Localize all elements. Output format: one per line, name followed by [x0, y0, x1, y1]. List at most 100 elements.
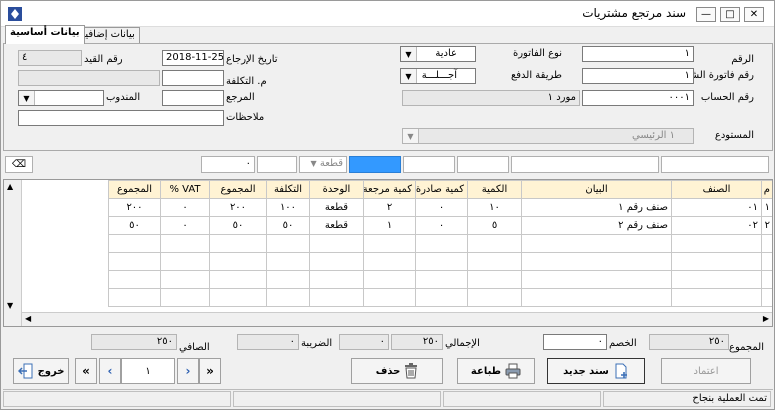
warehouse-select[interactable]: ▼ ١ الرئيسي — [402, 128, 694, 144]
approve-button[interactable]: اعتماد — [661, 358, 751, 384]
printer-icon — [505, 363, 521, 379]
tax-label: الضريبة — [301, 338, 333, 349]
cell-cost[interactable]: ٥٠ — [266, 216, 310, 235]
cell-issued-qty[interactable]: ٠ — [415, 216, 468, 235]
exit-button[interactable]: خروج — [13, 358, 69, 384]
close-button[interactable]: ✕ — [744, 7, 764, 22]
last-page-button[interactable]: « — [75, 358, 97, 384]
minimize-icon: — — [701, 8, 711, 20]
filter-issued-qty-field[interactable] — [403, 156, 455, 173]
cell-returned-qty[interactable]: ٢ — [363, 198, 416, 217]
prev-page-button[interactable]: ‹ — [99, 358, 121, 384]
cell-quantity[interactable]: ٥ — [467, 216, 522, 235]
cell-cost[interactable]: ١٠٠ — [266, 198, 310, 217]
reference-field[interactable] — [162, 90, 224, 106]
next-page-button[interactable]: › — [177, 358, 199, 384]
first-page-button[interactable]: » — [199, 358, 221, 384]
cost-center-label: م. التكلفة — [226, 76, 267, 87]
filter-unit-select[interactable]: قطعة ▼ — [299, 156, 347, 173]
col-header-total[interactable]: المجموع — [108, 180, 161, 199]
tab-additional-data[interactable]: بيانات إضافية — [75, 27, 140, 43]
account-field[interactable]: ٠٠٠١ — [582, 90, 694, 106]
return-date-label: تاريخ الإرجاع — [226, 54, 278, 65]
col-header-returned-qty[interactable]: كمية مرجعة — [363, 180, 416, 199]
discount-field[interactable]: ٠ — [543, 334, 607, 350]
cell-unit[interactable]: قطعة — [309, 198, 364, 217]
cell-item[interactable]: ٠١ — [671, 198, 762, 217]
filter-item-field[interactable] — [661, 156, 769, 173]
cost-center-field[interactable] — [162, 70, 224, 86]
horizontal-scrollbar[interactable]: ◀ ▶ — [22, 312, 772, 326]
payment-method-select[interactable]: ▼ آجـــلـــة — [400, 68, 476, 84]
col-header-description[interactable]: البيان — [521, 180, 672, 199]
table-row-empty[interactable] — [108, 252, 772, 271]
cell-vat[interactable]: ٠ — [160, 198, 210, 217]
chevron-down-icon: ▼ — [401, 69, 417, 83]
invoice-type-select[interactable]: ▼ عادية — [400, 46, 476, 62]
number-field[interactable]: ١ — [582, 46, 694, 62]
entry-number-field: ٤ — [18, 50, 82, 66]
grid-header-row: م الصنف البيان الكمية كمية صادرة كمية مر… — [108, 180, 772, 199]
status-message: تمت العملية بنجاح — [603, 391, 771, 407]
print-button[interactable]: طباعة — [457, 358, 535, 384]
reference-label: المرجع — [226, 92, 255, 103]
cell-returned-qty[interactable]: ١ — [363, 216, 416, 235]
double-chevron-left-icon: « — [82, 364, 90, 378]
col-header-index[interactable]: م — [761, 180, 772, 199]
new-voucher-button[interactable]: سند جديد — [547, 358, 645, 384]
page-number-field[interactable]: ١ — [121, 358, 175, 384]
filter-quantity-field[interactable] — [457, 156, 509, 173]
cell-vat[interactable]: ٠ — [160, 216, 210, 235]
minimize-button[interactable]: — — [696, 7, 716, 22]
status-cell — [443, 391, 601, 407]
tab-basic-data[interactable]: بيانات أساسية — [5, 25, 85, 44]
status-cell — [3, 391, 231, 407]
chevron-down-icon: ▼ — [403, 129, 419, 143]
cell-quantity[interactable]: ١٠ — [467, 198, 522, 217]
eraser-icon: ⌫ — [11, 159, 27, 170]
filter-qty-field[interactable]: ٠ — [201, 156, 255, 173]
col-header-subtotal[interactable]: المجموع — [209, 180, 267, 199]
cell-issued-qty[interactable]: ٠ — [415, 198, 468, 217]
purchase-invoice-field[interactable]: ١ — [582, 68, 694, 84]
status-bar: تمت العملية بنجاح — [3, 389, 773, 407]
header-panel: الرقم ١ رقم فاتورة الشراء ١ رقم الحساب ٠… — [3, 43, 773, 151]
col-header-unit[interactable]: الوحدة — [309, 180, 364, 199]
return-date-field[interactable]: 2018-11-25 — [162, 50, 224, 66]
cell-description[interactable]: صنف رقم ١ — [521, 198, 672, 217]
notes-field[interactable] — [18, 110, 224, 126]
filter-description-field[interactable] — [511, 156, 659, 173]
table-row[interactable]: ١ ٠١ صنف رقم ١ ١٠ ٠ ٢ قطعة ١٠٠ ٢٠٠ ٠ ٢٠٠ — [108, 198, 772, 217]
table-row-empty[interactable] — [108, 270, 772, 289]
col-header-quantity[interactable]: الكمية — [467, 180, 522, 199]
filter-cost-field[interactable] — [257, 156, 297, 173]
cell-total: ٢٠٠ — [108, 198, 161, 217]
vertical-scrollbar[interactable]: ▲ ▼ — [4, 180, 22, 326]
cell-description[interactable]: صنف رقم ٢ — [521, 216, 672, 235]
app-window: سند مرتجع مشتريات — □ ✕ بيانات إضافية بي… — [0, 0, 775, 410]
table-row-empty[interactable] — [108, 288, 772, 307]
table-row-empty[interactable] — [108, 234, 772, 253]
account-label: رقم الحساب — [700, 92, 754, 103]
col-header-vat[interactable]: VAT % — [160, 180, 210, 199]
col-header-item[interactable]: الصنف — [671, 180, 762, 199]
delegate-select[interactable]: ▼ — [18, 90, 104, 106]
maximize-button[interactable]: □ — [720, 7, 740, 22]
delete-button[interactable]: حذف — [351, 358, 443, 384]
table-row[interactable]: ٢ ٠٢ صنف رقم ٢ ٥ ٠ ١ قطعة ٥٠ ٥٠ ٠ ٥٠ — [108, 216, 772, 235]
delegate-label: المندوب — [106, 92, 141, 103]
clear-filter-button[interactable]: ⌫ — [5, 156, 33, 173]
col-header-issued-qty[interactable]: كمية صادرة — [415, 180, 468, 199]
col-header-cost[interactable]: التكلفة — [266, 180, 310, 199]
chevron-down-icon: ▼ — [19, 91, 35, 105]
scroll-left-icon: ◀ — [25, 314, 32, 323]
cell-unit[interactable]: قطعة — [309, 216, 364, 235]
supplier-name-field: مورد ١ — [402, 90, 580, 106]
cell-index: ١ — [761, 198, 772, 217]
notes-label: ملاحظات — [226, 112, 265, 123]
filter-returned-qty-field[interactable] — [349, 156, 401, 173]
cell-subtotal: ٥٠ — [209, 216, 267, 235]
cell-item[interactable]: ٠٢ — [671, 216, 762, 235]
cell-total: ٥٠ — [108, 216, 161, 235]
cell-subtotal: ٢٠٠ — [209, 198, 267, 217]
